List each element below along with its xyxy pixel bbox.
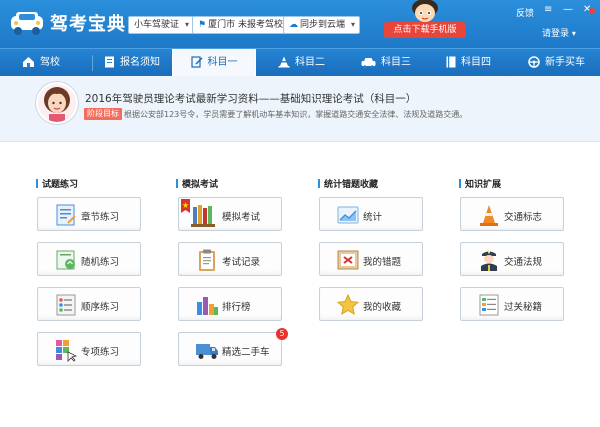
- vehicle-type-value: 小车驾驶证: [134, 20, 180, 30]
- used-car-count-badge: 5: [276, 328, 288, 340]
- sync-value: 同步到云端: [300, 20, 346, 30]
- vehicle-type-select[interactable]: 小车驾驶证 ▾: [128, 16, 195, 34]
- tile-label: 我的错题: [363, 257, 402, 268]
- section-title-mock-exam: 模拟考试: [176, 177, 218, 190]
- school-icon: [23, 57, 34, 67]
- mock-exam-icon: [181, 199, 215, 227]
- list-order-icon: [56, 294, 76, 316]
- exam-record-button[interactable]: 考试记录: [178, 242, 282, 276]
- tile-label: 交通法规: [504, 257, 543, 268]
- random-practice-button[interactable]: 随机练习: [37, 242, 141, 276]
- chapter-practice-button[interactable]: 章节练习: [37, 197, 141, 231]
- nav-item-school[interactable]: 驾校: [22, 49, 93, 77]
- nav-label: 科目一: [207, 57, 238, 68]
- nav-item-registration[interactable]: 报名须知: [104, 49, 174, 77]
- cloud-icon: ☁: [289, 20, 298, 30]
- menu-icon[interactable]: ≡: [544, 4, 552, 15]
- login-label: 请登录: [542, 29, 570, 39]
- leaderboard-icon: [197, 297, 218, 315]
- sync-select[interactable]: ☁ 同步到云端 ▾: [283, 16, 361, 34]
- nav-item-subject-four[interactable]: 科目四: [446, 49, 516, 77]
- tile-label: 考试记录: [222, 257, 261, 268]
- download-mobile-button[interactable]: 点击下载手机版: [384, 22, 466, 38]
- tile-label: 排行榜: [222, 302, 251, 313]
- main-nav: 驾校 报名须知 科目一 科目二 科目三 科目四 新手买车: [0, 48, 600, 77]
- tile-label: 统计: [363, 212, 383, 223]
- chevron-down-icon: ▾: [185, 20, 190, 29]
- mascot-icon: [412, 0, 438, 22]
- mock-exam-button[interactable]: 模拟考试: [178, 197, 282, 231]
- my-favorites-button[interactable]: 我的收藏: [319, 287, 423, 321]
- used-car-button[interactable]: 精选二手车: [178, 332, 282, 366]
- avatar-icon: [38, 84, 76, 122]
- tile-label: 顺序练习: [81, 302, 120, 313]
- title-bar: 驾考宝典 小车驾驶证 ▾ ⚑厦门市 未报考驾校 ▾ ☁同步到云端 ▾ 点击下载手…: [0, 0, 600, 48]
- steering-icon: [528, 56, 540, 68]
- chevron-down-icon: ▾: [571, 29, 576, 38]
- special-grid-icon: [56, 340, 78, 362]
- tile-label: 专项练习: [81, 347, 120, 358]
- chapter-icon: [56, 204, 76, 226]
- edit-icon: [190, 56, 203, 68]
- police-icon: [481, 251, 497, 271]
- nav-item-subject-three[interactable]: 科目三: [361, 49, 431, 77]
- city-value: 厦门市 未报考驾校: [208, 20, 283, 30]
- special-practice-button[interactable]: 专项练习: [37, 332, 141, 366]
- avatar: [36, 82, 78, 124]
- book-icon: [446, 56, 456, 68]
- nav-item-buy-car[interactable]: 新手买车: [528, 49, 592, 77]
- minimize-icon[interactable]: —: [563, 4, 573, 15]
- tile-label: 过关秘籍: [504, 302, 543, 313]
- tile-label: 模拟考试: [222, 212, 261, 223]
- nav-label: 科目三: [381, 57, 411, 68]
- leaderboard-button[interactable]: 排行榜: [178, 287, 282, 321]
- section-title-practice: 试题练习: [36, 177, 78, 190]
- traffic-cone-icon: [480, 205, 498, 226]
- chevron-down-icon: ▾: [351, 20, 356, 29]
- cone-icon: [278, 56, 290, 68]
- nav-label: 驾校: [40, 57, 60, 68]
- mistakes-icon: [337, 250, 359, 270]
- app-logo-icon: [11, 12, 43, 35]
- section-title-statistics: 统计错题收藏: [318, 177, 378, 190]
- my-mistakes-button[interactable]: 我的错题: [319, 242, 423, 276]
- nav-label: 科目四: [461, 57, 491, 68]
- nav-divider: [92, 55, 93, 71]
- traffic-signs-button[interactable]: 交通标志: [460, 197, 564, 231]
- tile-label: 章节练习: [81, 212, 120, 223]
- login-link[interactable]: 请登录 ▾: [542, 26, 576, 39]
- feedback-link[interactable]: 反馈: [516, 6, 534, 19]
- exam-tips-button[interactable]: 过关秘籍: [460, 287, 564, 321]
- statistics-icon: [337, 206, 359, 224]
- location-pin-icon: ⚑: [198, 20, 207, 30]
- notice-icon: [105, 56, 114, 68]
- statistics-button[interactable]: 统计: [319, 197, 423, 231]
- tile-label: 随机练习: [81, 257, 120, 268]
- stage-goal-badge: 阶段目标: [84, 108, 122, 120]
- nav-item-subject-two[interactable]: 科目二: [278, 49, 348, 77]
- tile-label: 我的收藏: [363, 302, 402, 313]
- tile-label: 精选二手车: [222, 347, 270, 358]
- nav-item-subject-one[interactable]: 科目一: [172, 49, 256, 77]
- banner-description: 根据公安部123号令，学员需要了解机动车基本知识，掌握道路交通安全法律、法规及道…: [124, 110, 468, 119]
- section-title-knowledge: 知识扩展: [459, 177, 501, 190]
- traffic-laws-button[interactable]: 交通法规: [460, 242, 564, 276]
- tile-label: 交通标志: [504, 212, 543, 223]
- tips-book-icon: [479, 294, 499, 316]
- car-icon: [361, 57, 376, 68]
- nav-label: 科目二: [295, 57, 325, 68]
- star-icon: [336, 293, 360, 316]
- banner-title: 2016年驾驶员理论考试最新学习资料——基础知识理论考试（科目一）: [85, 93, 417, 105]
- notification-dot: [589, 8, 595, 14]
- main-panel: [0, 142, 600, 427]
- nav-label: 新手买车: [545, 57, 585, 68]
- truck-icon: [196, 344, 218, 359]
- clipboard-icon: [199, 249, 215, 271]
- sequential-practice-button[interactable]: 顺序练习: [37, 287, 141, 321]
- app-title: 驾考宝典: [50, 14, 126, 35]
- random-icon: [56, 250, 75, 270]
- nav-label: 报名须知: [120, 57, 160, 68]
